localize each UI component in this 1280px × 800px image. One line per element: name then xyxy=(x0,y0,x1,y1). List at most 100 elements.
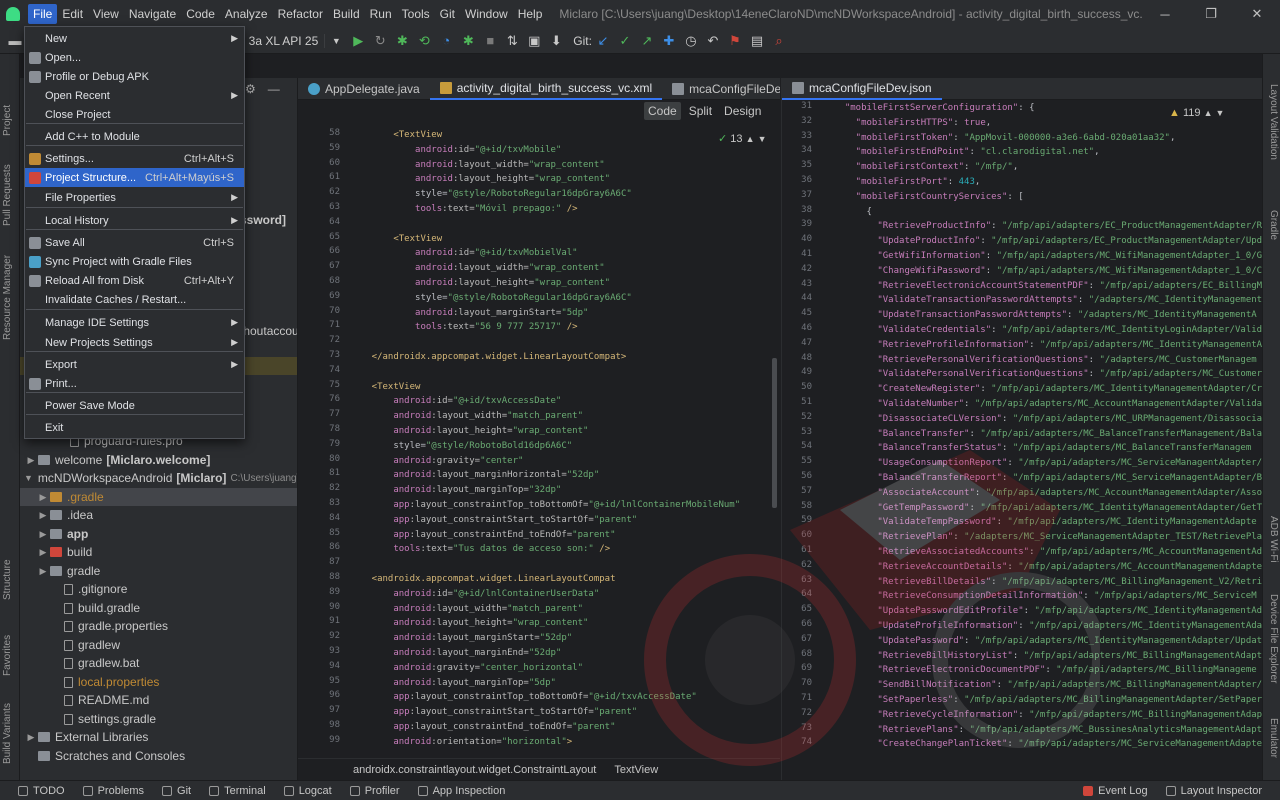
code-line[interactable]: android:id="@+id/txvMobielVal" xyxy=(350,246,578,261)
code-line[interactable]: "UpdateTransactionPasswordAttempts": "/a… xyxy=(834,308,1256,323)
code-mode-button[interactable]: Code xyxy=(644,102,681,120)
menu-build[interactable]: Build xyxy=(328,4,365,24)
chevron-right-icon[interactable]: ▶ xyxy=(36,547,50,558)
event-log-button[interactable]: Event Log xyxy=(1083,785,1148,797)
code-line[interactable]: android:layout_marginTop="5dp" xyxy=(350,676,556,691)
code-line[interactable]: android:layout_marginHorizontal="52dp" xyxy=(350,468,599,483)
statusbar-app-inspection-button[interactable]: App Inspection xyxy=(417,785,505,797)
tree-row[interactable]: ▶ build xyxy=(20,543,297,561)
menu-tools[interactable]: Tools xyxy=(397,4,435,24)
code-line[interactable]: "mobileFirstServerConfiguration": { xyxy=(834,101,1035,116)
chevron-right-icon[interactable]: ▶ xyxy=(36,566,50,577)
menu-refactor[interactable]: Refactor xyxy=(273,4,328,24)
breadcrumb-item[interactable]: androidx.constraintlayout.widget.Constra… xyxy=(353,764,596,776)
history-icon[interactable]: ◷ xyxy=(680,31,702,51)
menu-run[interactable]: Run xyxy=(365,4,397,24)
avd-manager-icon[interactable]: ▣ xyxy=(523,31,545,51)
tree-row[interactable]: gradlew.bat xyxy=(20,654,297,672)
file-menu-item-exit[interactable]: Exit xyxy=(25,418,244,437)
file-menu-item-settings[interactable]: Settings... Ctrl+Alt+S xyxy=(25,149,244,168)
code-line[interactable]: <TextView xyxy=(350,232,442,247)
menu-help[interactable]: Help xyxy=(513,4,548,24)
adb-wifi-tool-tab[interactable]: ADB Wi-Fi xyxy=(1265,516,1279,576)
code-line[interactable]: android:layout_height="wrap_content" xyxy=(350,172,610,187)
tree-row[interactable]: Scratches and Consoles xyxy=(20,747,297,765)
resource-manager-tool-tab[interactable]: Resource Manager xyxy=(2,240,18,340)
code-line[interactable]: android:layout_width="wrap_content" xyxy=(350,158,605,173)
chevron-right-icon[interactable]: ▶ xyxy=(36,510,50,521)
code-line[interactable]: android:layout_width="wrap_content" xyxy=(350,261,605,276)
design-mode-button[interactable]: Design xyxy=(720,102,765,120)
code-line[interactable]: android:orientation="horizontal"> xyxy=(350,735,572,750)
file-menu-item-open[interactable]: Open... xyxy=(25,48,244,67)
tab-appdelegate[interactable]: AppDelegate.java xyxy=(298,78,430,100)
code-line[interactable]: app:layout_constraintStart_toStartOf="pa… xyxy=(350,705,637,720)
tree-row[interactable]: ▶ gradle xyxy=(20,562,297,580)
gradle-tool-tab[interactable]: Gradle xyxy=(1265,210,1279,256)
code-line[interactable]: android:layout_height="wrap_content" xyxy=(350,616,588,631)
code-line[interactable]: android:layout_marginStart="52dp" xyxy=(350,631,572,646)
tree-row[interactable]: ▼ mcNDWorkspaceAndroid [Miclaro] C:\Users\j… xyxy=(20,469,297,487)
code-line[interactable]: style="@style/RobotoBold16dp6A6C" xyxy=(350,439,572,454)
file-menu-item-print[interactable]: Print... xyxy=(25,374,244,393)
chevron-right-icon[interactable]: ▶ xyxy=(24,732,38,743)
chevron-down-icon[interactable]: ▼ xyxy=(24,473,33,483)
file-menu-item-power-save-mode[interactable]: Power Save Mode xyxy=(25,396,244,415)
rerun-icon[interactable]: ↻ xyxy=(369,31,391,51)
code-line[interactable]: <androidx.appcompat.widget.LinearLayoutC… xyxy=(350,572,616,587)
statusbar-git-button[interactable]: Git xyxy=(162,785,191,797)
menu-view[interactable]: View xyxy=(88,4,124,24)
code-line[interactable]: <TextView xyxy=(350,128,442,143)
menu-file[interactable]: File xyxy=(28,4,58,24)
tree-row[interactable]: ▶ .idea xyxy=(20,506,297,524)
code-line[interactable]: "mobileFirstEndPoint": "cl.clarodigital.… xyxy=(834,145,1100,160)
code-line[interactable]: "mobileFirstHTTPS": true, xyxy=(834,116,992,131)
pull-requests-tool-tab[interactable]: Pull Requests xyxy=(2,146,18,226)
tree-row[interactable]: ▶ welcome [Miclaro.welcome] xyxy=(20,451,297,469)
sdk-manager-icon[interactable]: ⬇ xyxy=(545,31,567,51)
project-tool-tab[interactable]: Project xyxy=(2,80,18,136)
project-structure-icon[interactable]: ▤ xyxy=(746,31,768,51)
file-menu-item-close-project[interactable]: Close Project xyxy=(25,105,244,124)
code-line[interactable]: android:layout_height="wrap_content" xyxy=(350,424,588,439)
code-line[interactable]: "UpdateProductInfo": "/mfp/api/adapters/… xyxy=(834,234,1262,249)
chevron-right-icon[interactable]: ▶ xyxy=(24,455,38,466)
layout-validation-tool-tab[interactable]: Layout Validation xyxy=(1265,84,1279,184)
split-mode-button[interactable]: Split xyxy=(685,102,716,120)
code-line[interactable]: </androidx.appcompat.widget.LinearLayout… xyxy=(350,350,627,365)
code-line[interactable]: "RetrieveProductInfo": "/mfp/api/adapter… xyxy=(834,219,1262,234)
code-line[interactable]: android:layout_height="wrap_content" xyxy=(350,276,610,291)
code-line[interactable]: android:id="@+id/txvAccessDate" xyxy=(350,394,561,409)
code-line[interactable]: "mobileFirstContext": "/mfp/", xyxy=(834,160,1019,175)
file-menu-item-project-structure[interactable]: Project Structure... Ctrl+Alt+Mayús+S xyxy=(25,168,244,187)
tree-row[interactable]: README.md xyxy=(20,691,297,709)
chevron-down-icon[interactable]: ▼ xyxy=(325,31,347,51)
git-push-icon[interactable]: ↗ xyxy=(636,31,658,51)
chevron-right-icon[interactable]: ▶ xyxy=(36,529,50,540)
menu-git[interactable]: Git xyxy=(435,4,460,24)
code-line[interactable]: android:layout_width="match_parent" xyxy=(350,602,583,617)
tree-row[interactable]: ▶ External Libraries xyxy=(20,728,297,746)
favorites-tool-tab[interactable]: Favorites xyxy=(2,616,18,676)
code-line[interactable]: tools:text="Móvil prepago:" /> xyxy=(350,202,578,217)
code-line[interactable]: app:layout_constraintEnd_toEndOf="parent… xyxy=(350,720,615,735)
search-icon[interactable]: ⌕ xyxy=(768,31,790,51)
tree-row[interactable]: gradle.properties xyxy=(20,617,297,635)
menu-analyze[interactable]: Analyze xyxy=(220,4,273,24)
file-menu-item-save-all[interactable]: Save All Ctrl+S xyxy=(25,233,244,252)
statusbar-profiler-button[interactable]: Profiler xyxy=(349,785,400,797)
apply-changes-icon[interactable]: ⟲ xyxy=(413,31,435,51)
code-line[interactable]: app:layout_constraintEnd_toEndOf="parent… xyxy=(350,528,615,543)
attach-debugger-icon[interactable]: ✱ xyxy=(457,31,479,51)
flag-icon[interactable]: ⚑ xyxy=(724,31,746,51)
statusbar-problems-button[interactable]: Problems xyxy=(82,785,144,797)
code-line[interactable]: "mobileFirstCountryServices": [ xyxy=(834,190,1024,205)
tree-row[interactable]: gradlew xyxy=(20,636,297,654)
git-branch-icon[interactable]: ✚ xyxy=(658,31,680,51)
code-line[interactable]: "RetrieveElectronicAccountStatementPDF":… xyxy=(834,279,1262,294)
code-line[interactable]: "mobileFirstPort": 443, xyxy=(834,175,981,190)
code-line[interactable]: tools:text="Tus datos de acceso son:" /> xyxy=(350,542,610,557)
code-line[interactable]: "ValidateTransactionPasswordAttempts": "… xyxy=(834,293,1262,308)
code-line[interactable]: "mobileFirstToken": "AppMovil-000000-a3e… xyxy=(834,131,1176,146)
tree-row[interactable]: .gitignore xyxy=(20,580,297,598)
